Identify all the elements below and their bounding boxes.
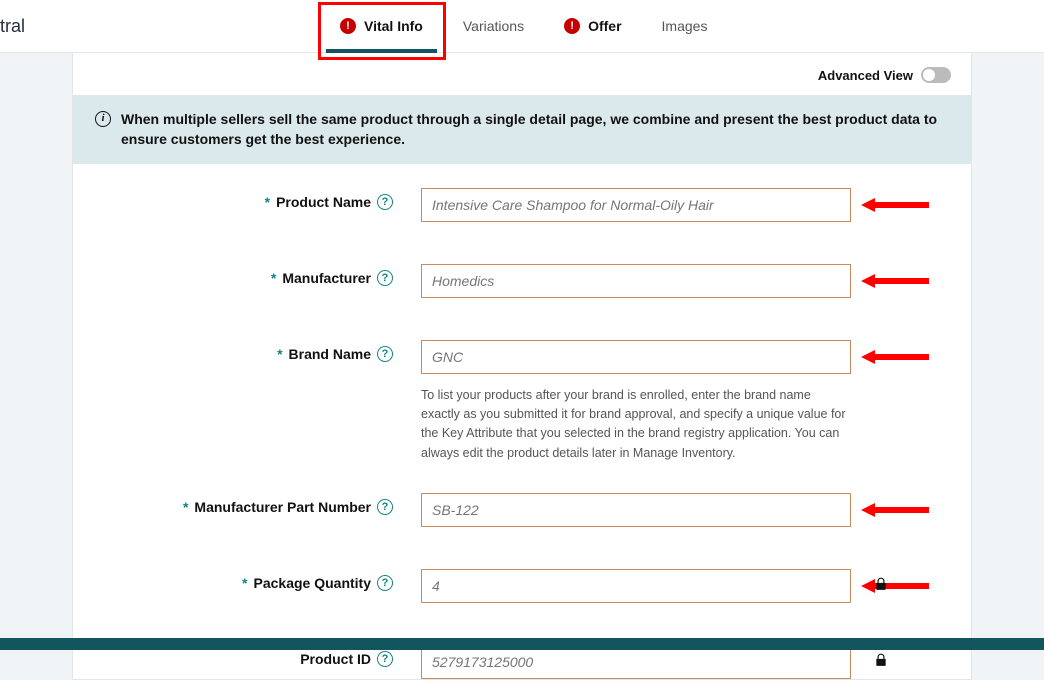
package-qty-input[interactable] — [421, 569, 851, 603]
label-package-qty: * Package Quantity ? — [113, 569, 393, 591]
tab-label: Variations — [463, 18, 524, 34]
tab-label: Images — [662, 18, 708, 34]
field-row-product-name: * Product Name ? — [113, 188, 931, 222]
required-indicator: * — [277, 346, 282, 362]
tab-images[interactable]: Images — [642, 0, 728, 53]
product-id-input[interactable] — [421, 645, 851, 679]
info-banner-text: When multiple sellers sell the same prod… — [121, 109, 949, 150]
lock-icon — [873, 575, 889, 593]
field-row-package-qty: * Package Quantity ? — [113, 569, 931, 603]
brand-name-helper: To list your products after your brand i… — [421, 386, 851, 464]
help-icon[interactable]: ? — [377, 651, 393, 667]
bottom-bar — [0, 638, 1044, 650]
annotation-arrow — [861, 579, 929, 593]
field-label: Product ID — [300, 651, 371, 667]
field-row-mpn: * Manufacturer Part Number ? — [113, 493, 931, 527]
required-indicator: * — [271, 270, 276, 286]
advanced-view-row: Advanced View — [73, 53, 971, 95]
label-manufacturer: * Manufacturer ? — [113, 264, 393, 286]
lock-icon — [873, 651, 889, 669]
product-name-input[interactable] — [421, 188, 851, 222]
field-label: Brand Name — [289, 346, 371, 362]
form-card: Advanced View i When multiple sellers se… — [72, 53, 972, 680]
annotation-arrow — [861, 503, 929, 517]
tabs: ! Vital Info Variations ! Offer Images — [320, 0, 727, 53]
manufacturer-input[interactable] — [421, 264, 851, 298]
alert-icon: ! — [564, 18, 580, 34]
required-indicator: * — [183, 499, 188, 515]
field-label: Manufacturer — [282, 270, 371, 286]
field-label: Package Quantity — [254, 575, 372, 591]
advanced-view-label: Advanced View — [818, 68, 913, 83]
help-icon[interactable]: ? — [377, 194, 393, 210]
annotation-arrow — [861, 274, 929, 288]
help-icon[interactable]: ? — [377, 270, 393, 286]
annotation-arrow — [861, 350, 929, 364]
info-banner: i When multiple sellers sell the same pr… — [73, 95, 971, 164]
advanced-view-toggle[interactable] — [921, 67, 951, 83]
help-icon[interactable]: ? — [377, 346, 393, 362]
field-label: Product Name — [276, 194, 371, 210]
field-row-brand-name: * Brand Name ? To list your products aft… — [113, 340, 931, 464]
field-row-product-id: Product ID ? — [113, 645, 931, 679]
alert-icon: ! — [340, 18, 356, 34]
field-row-manufacturer: * Manufacturer ? — [113, 264, 931, 298]
logo-fragment: ntral — [0, 16, 50, 37]
tab-vital-info[interactable]: ! Vital Info — [320, 0, 443, 53]
label-mpn: * Manufacturer Part Number ? — [113, 493, 393, 515]
help-icon[interactable]: ? — [377, 499, 393, 515]
brand-name-input[interactable] — [421, 340, 851, 374]
required-indicator: * — [265, 194, 270, 210]
annotation-arrow — [861, 198, 929, 212]
tab-label: Offer — [588, 18, 621, 34]
tab-label: Vital Info — [364, 18, 423, 34]
required-indicator: * — [242, 575, 247, 591]
help-icon[interactable]: ? — [377, 575, 393, 591]
tab-variations[interactable]: Variations — [443, 0, 544, 53]
label-brand-name: * Brand Name ? — [113, 340, 393, 362]
label-product-name: * Product Name ? — [113, 188, 393, 210]
tab-offer[interactable]: ! Offer — [544, 0, 641, 53]
form-area: * Product Name ? * Manufacturer ? — [73, 164, 971, 680]
info-icon: i — [95, 111, 111, 127]
top-bar: ntral ! Vital Info Variations ! Offer Im… — [0, 0, 1044, 53]
mpn-input[interactable] — [421, 493, 851, 527]
field-label: Manufacturer Part Number — [194, 499, 371, 515]
